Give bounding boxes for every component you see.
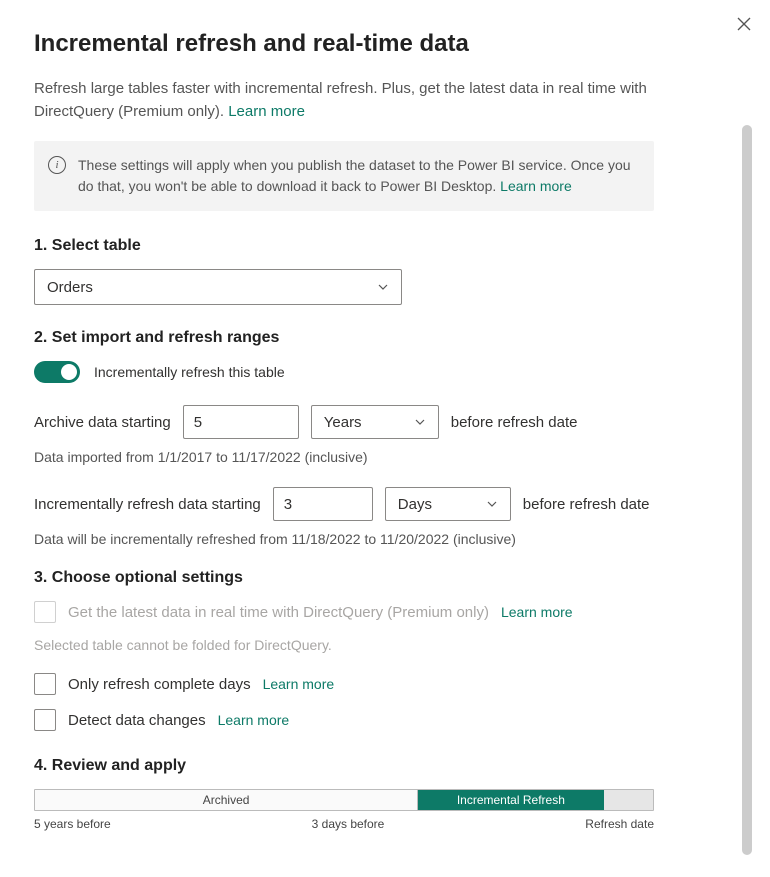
archive-suffix: before refresh date — [451, 414, 578, 431]
dialog-intro: Refresh large tables faster with increme… — [34, 78, 654, 123]
timeline-tick-mid: 3 days before — [312, 817, 385, 831]
directquery-learn-more-link[interactable]: Learn more — [501, 604, 573, 620]
complete-days-label: Only refresh complete days — [68, 676, 251, 693]
directquery-checkbox — [34, 601, 56, 623]
refresh-value-input[interactable] — [273, 487, 373, 521]
close-icon — [736, 16, 752, 32]
info-banner: i These settings will apply when you pub… — [34, 141, 654, 211]
dialog-content: Incremental refresh and real-time data R… — [0, 0, 688, 877]
dialog-title: Incremental refresh and real-time data — [34, 30, 654, 58]
timeline-tick-left: 5 years before — [34, 817, 111, 831]
step2-heading: 2. Set import and refresh ranges — [34, 329, 654, 347]
scrollbar[interactable] — [742, 125, 752, 855]
complete-days-row: Only refresh complete days Learn more — [34, 673, 654, 695]
directquery-row: Get the latest data in real time with Di… — [34, 601, 654, 623]
archive-value-input[interactable] — [183, 405, 299, 439]
info-banner-text: These settings will apply when you publi… — [78, 155, 636, 197]
archive-unit-select[interactable]: Years — [311, 405, 439, 439]
archive-unit-value: Years — [324, 414, 362, 431]
timeline-archived-segment: Archived — [35, 790, 418, 810]
archive-prefix: Archive data starting — [34, 414, 171, 431]
table-select[interactable]: Orders — [34, 269, 402, 305]
step1-heading: 1. Select table — [34, 237, 654, 255]
close-button[interactable] — [734, 14, 754, 34]
info-icon: i — [48, 156, 66, 174]
chevron-down-icon — [486, 498, 498, 510]
directquery-label: Get the latest data in real time with Di… — [68, 604, 489, 621]
archive-row: Archive data starting Years before refre… — [34, 405, 654, 439]
table-select-value: Orders — [47, 279, 93, 296]
refresh-note: Data will be incrementally refreshed fro… — [34, 531, 654, 547]
banner-learn-more-link[interactable]: Learn more — [500, 178, 572, 194]
intro-text: Refresh large tables faster with increme… — [34, 80, 647, 120]
incremental-refresh-toggle[interactable] — [34, 361, 80, 383]
directquery-disabled-note: Selected table cannot be folded for Dire… — [34, 637, 654, 653]
detect-changes-label: Detect data changes — [68, 712, 206, 729]
timeline-incremental-segment: Incremental Refresh — [418, 790, 603, 810]
timeline-tick-right: Refresh date — [585, 817, 654, 831]
toggle-row: Incrementally refresh this table — [34, 361, 654, 383]
detect-changes-checkbox[interactable] — [34, 709, 56, 731]
intro-learn-more-link[interactable]: Learn more — [228, 103, 305, 120]
timeline-future-segment — [604, 790, 653, 810]
refresh-prefix: Incrementally refresh data starting — [34, 496, 261, 513]
complete-days-checkbox[interactable] — [34, 673, 56, 695]
detect-changes-learn-more-link[interactable]: Learn more — [218, 712, 290, 728]
step3-heading: 3. Choose optional settings — [34, 569, 654, 587]
timeline-bar: Archived Incremental Refresh — [34, 789, 654, 811]
timeline: Archived Incremental Refresh 5 years bef… — [34, 789, 654, 831]
refresh-unit-select[interactable]: Days — [385, 487, 511, 521]
step4-heading: 4. Review and apply — [34, 757, 654, 775]
timeline-labels: 5 years before 3 days before Refresh dat… — [34, 817, 654, 831]
toggle-label: Incrementally refresh this table — [94, 364, 285, 380]
detect-changes-row: Detect data changes Learn more — [34, 709, 654, 731]
complete-days-learn-more-link[interactable]: Learn more — [263, 676, 335, 692]
refresh-suffix: before refresh date — [523, 496, 650, 513]
incremental-refresh-dialog: Incremental refresh and real-time data R… — [0, 0, 770, 877]
chevron-down-icon — [377, 281, 389, 293]
chevron-down-icon — [414, 416, 426, 428]
archive-note: Data imported from 1/1/2017 to 11/17/202… — [34, 449, 654, 465]
toggle-knob — [61, 364, 77, 380]
refresh-row: Incrementally refresh data starting Days… — [34, 487, 654, 521]
refresh-unit-value: Days — [398, 496, 432, 513]
